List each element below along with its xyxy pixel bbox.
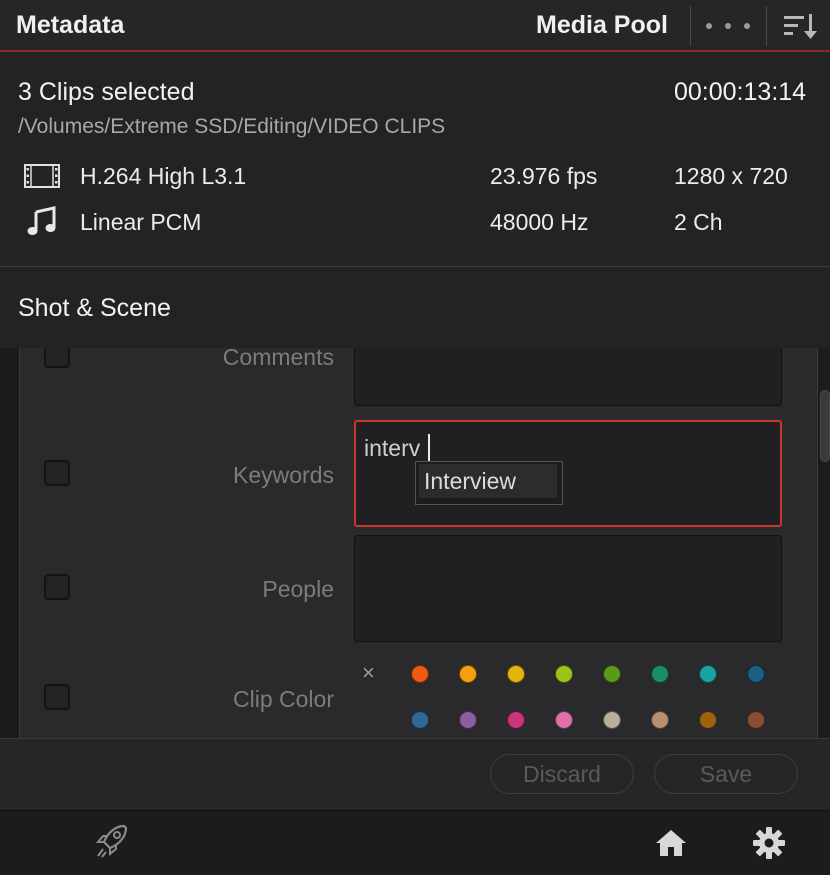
color-swatch[interactable] xyxy=(459,665,477,683)
clip-color-checkbox[interactable] xyxy=(44,684,70,710)
rocket-icon[interactable] xyxy=(94,822,130,860)
scrollbar-thumb[interactable] xyxy=(820,390,830,462)
more-dots-icon[interactable] xyxy=(706,14,750,38)
autocomplete-suggestion[interactable]: Interview xyxy=(419,464,557,498)
color-swatch[interactable] xyxy=(747,665,765,683)
keywords-checkbox[interactable] xyxy=(44,460,70,486)
video-resolution: 1280 x 720 xyxy=(674,163,788,189)
keywords-input-text[interactable]: interv xyxy=(364,435,420,462)
panel-title: Metadata xyxy=(16,11,125,39)
color-swatch[interactable] xyxy=(555,711,573,729)
text-caret xyxy=(428,434,430,462)
color-swatch[interactable] xyxy=(411,665,429,683)
audio-channels: 2 Ch xyxy=(674,209,723,235)
film-icon xyxy=(24,164,60,188)
color-swatch[interactable] xyxy=(603,711,621,729)
audio-codec: Linear PCM xyxy=(80,209,202,235)
color-swatch[interactable] xyxy=(411,711,429,729)
discard-button[interactable]: Discard xyxy=(490,754,634,794)
color-swatch[interactable] xyxy=(699,665,717,683)
color-swatch[interactable] xyxy=(651,665,669,683)
color-swatch[interactable] xyxy=(747,711,765,729)
color-swatch[interactable] xyxy=(555,665,573,683)
file-path: /Volumes/Extreme SSD/Editing/VIDEO CLIPS xyxy=(18,115,446,138)
clear-color-icon[interactable]: × xyxy=(362,660,375,686)
header-divider xyxy=(690,6,691,46)
section-title[interactable]: Shot & Scene xyxy=(18,294,171,323)
clip-color-label: Clip Color xyxy=(233,686,334,712)
comments-label: Comments xyxy=(222,344,334,370)
music-note-icon xyxy=(27,206,56,235)
color-swatch[interactable] xyxy=(507,711,525,729)
color-swatch[interactable] xyxy=(507,665,525,683)
save-button[interactable]: Save xyxy=(654,754,798,794)
video-codec: H.264 High L3.1 xyxy=(80,163,247,189)
audio-rate: 48000 Hz xyxy=(490,209,589,235)
sort-icon[interactable] xyxy=(780,10,820,42)
clips-selected-text: 3 Clips selected xyxy=(18,78,195,106)
gear-icon[interactable] xyxy=(752,826,786,860)
people-label: People xyxy=(262,576,334,602)
header-divider xyxy=(766,6,767,46)
people-checkbox[interactable] xyxy=(44,574,70,600)
people-field[interactable] xyxy=(354,535,782,642)
video-fps: 23.976 fps xyxy=(490,163,598,189)
home-icon[interactable] xyxy=(654,828,688,858)
keywords-label: Keywords xyxy=(233,462,334,488)
color-swatch[interactable] xyxy=(699,711,717,729)
timecode: 00:00:13:14 xyxy=(674,78,807,106)
color-swatch[interactable] xyxy=(459,711,477,729)
color-swatch[interactable] xyxy=(651,711,669,729)
media-pool-label[interactable]: Media Pool xyxy=(536,11,668,40)
color-swatch[interactable] xyxy=(603,665,621,683)
